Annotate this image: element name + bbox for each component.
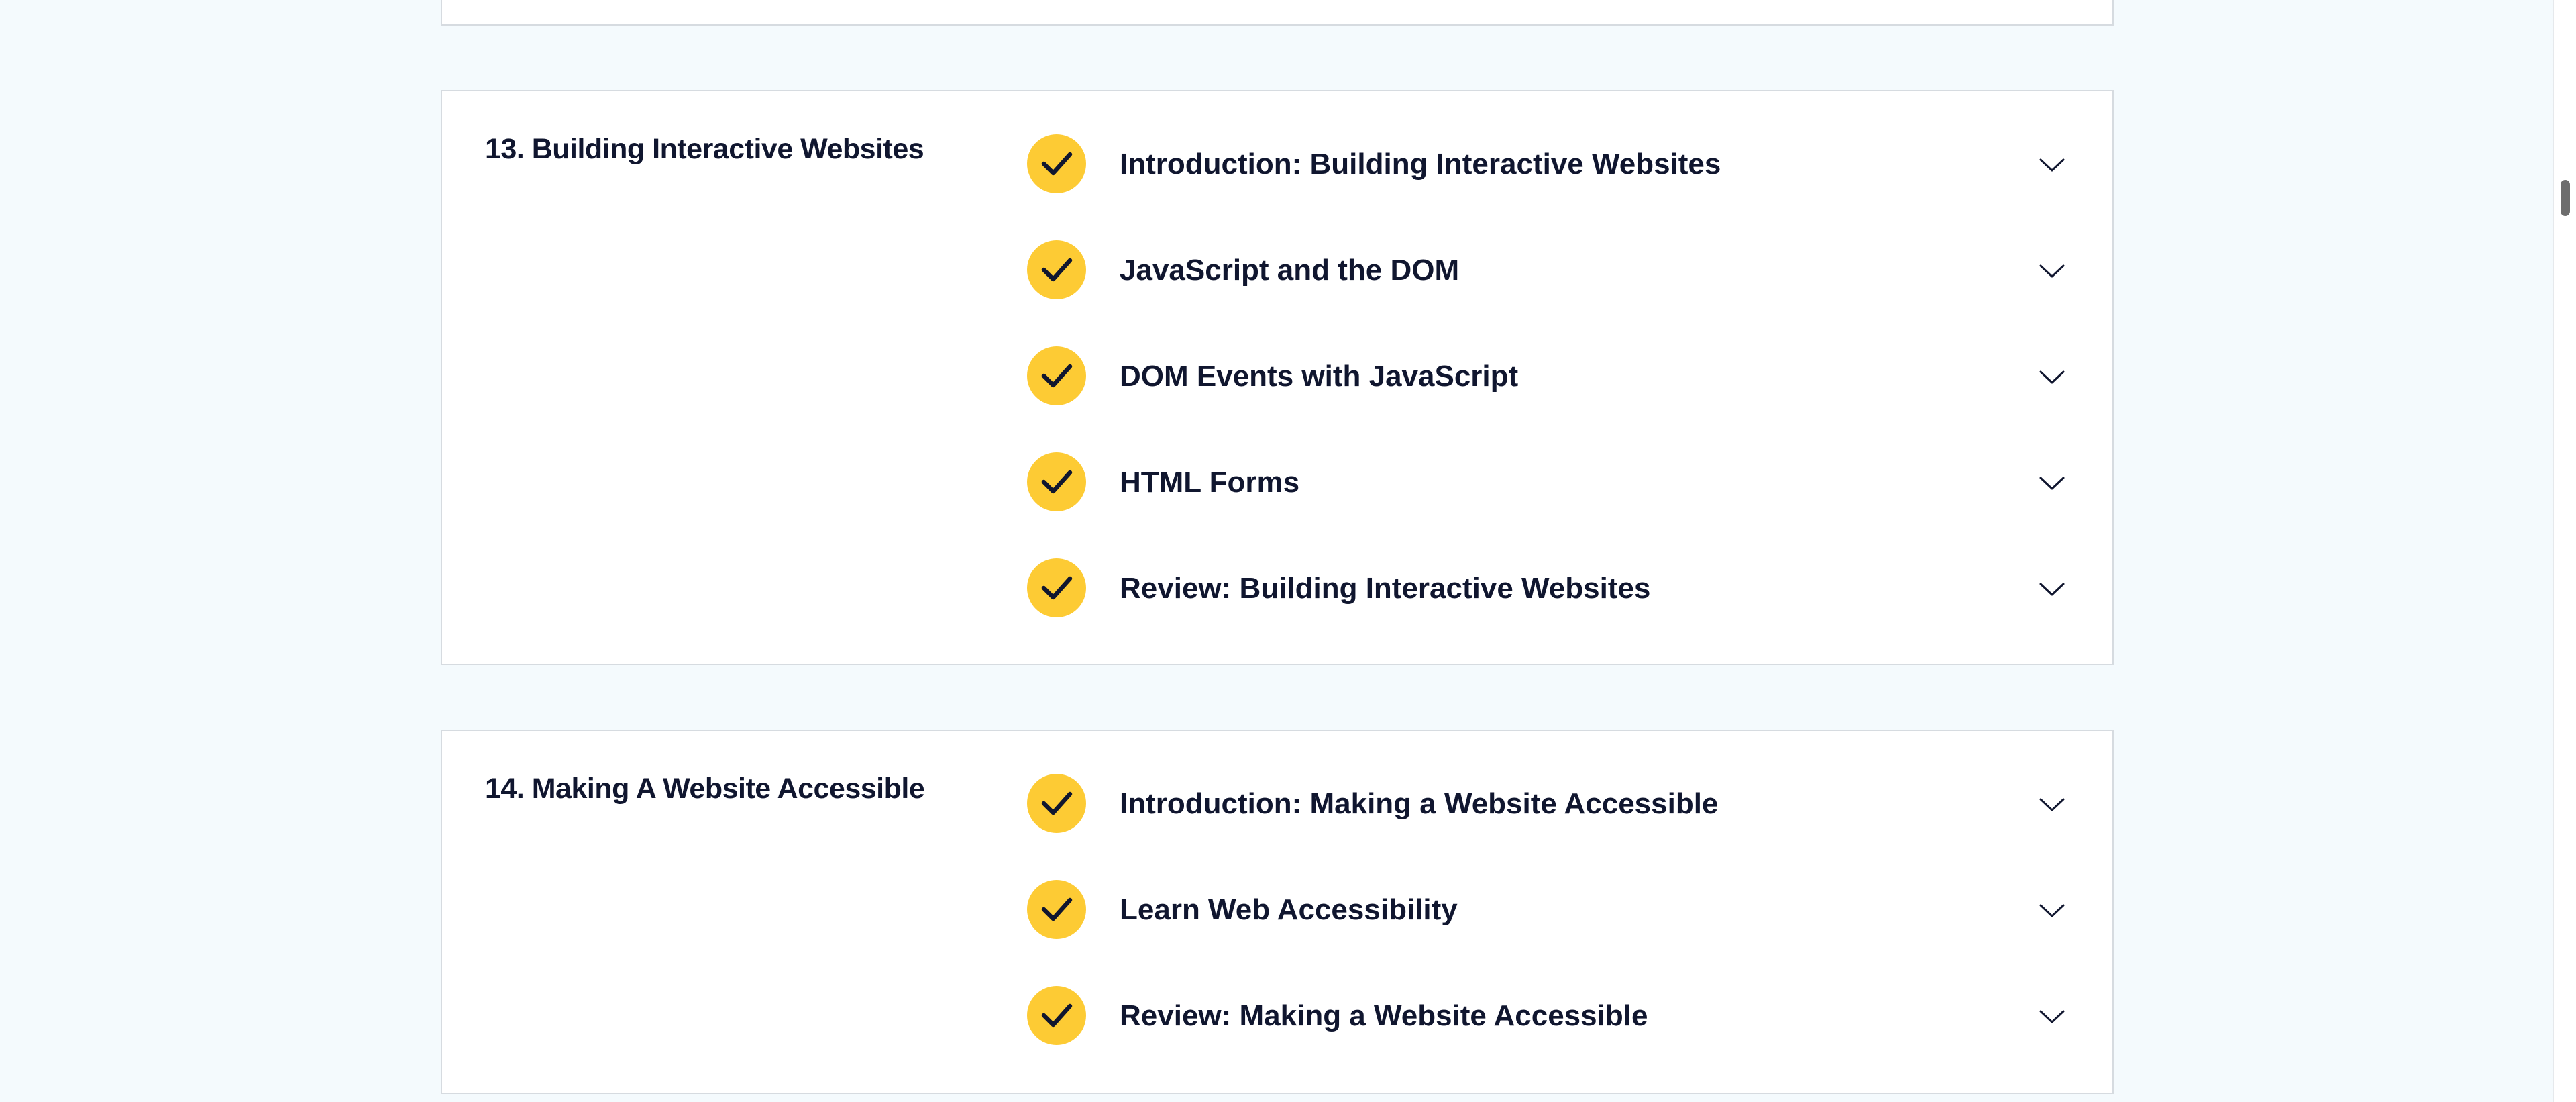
module-card: 14. Making A Website Accessible Introduc… [441, 730, 2114, 1094]
checkmark-icon [1027, 452, 1086, 511]
lesson-label: Review: Making a Website Accessible [1120, 999, 1648, 1032]
module-title: 13. Building Interactive Websites [485, 133, 924, 165]
checkmark-icon [1027, 774, 1086, 833]
chevron-down-icon[interactable] [2037, 790, 2067, 819]
checkmark-icon [1027, 134, 1086, 193]
lesson-row[interactable]: Introduction: Building Interactive Websi… [1027, 134, 2067, 240]
lesson-row[interactable]: DOM Events with JavaScript [1027, 346, 2067, 452]
checkmark-icon [1027, 558, 1086, 617]
module-card: 13. Building Interactive Websites Introd… [441, 90, 2114, 665]
chevron-down-icon[interactable] [2037, 256, 2067, 286]
chevron-down-icon[interactable] [2037, 1002, 2067, 1032]
lesson-row[interactable]: HTML Forms [1027, 452, 2067, 558]
lesson-list: Introduction: Making a Website Accessibl… [1027, 774, 2067, 1092]
chevron-down-icon[interactable] [2037, 574, 2067, 604]
lesson-row[interactable]: JavaScript and the DOM [1027, 240, 2067, 346]
lesson-row[interactable]: Review: Building Interactive Websites [1027, 558, 2067, 664]
lesson-label: Introduction: Making a Website Accessibl… [1120, 787, 1719, 820]
lesson-label: DOM Events with JavaScript [1120, 360, 1519, 393]
checkmark-icon [1027, 240, 1086, 299]
lesson-label: Review: Building Interactive Websites [1120, 572, 1651, 605]
lesson-row[interactable]: Introduction: Making a Website Accessibl… [1027, 774, 2067, 880]
chevron-down-icon[interactable] [2037, 150, 2067, 180]
chevron-down-icon[interactable] [2037, 896, 2067, 925]
chevron-down-icon[interactable] [2037, 362, 2067, 392]
checkmark-icon [1027, 880, 1086, 939]
chevron-down-icon[interactable] [2037, 468, 2067, 498]
lesson-label: Learn Web Accessibility [1120, 893, 1458, 926]
lesson-label: HTML Forms [1120, 466, 1300, 499]
page-scrollbar[interactable] [2553, 0, 2576, 1102]
lesson-list: Introduction: Building Interactive Websi… [1027, 134, 2067, 664]
lesson-row[interactable]: Learn Web Accessibility [1027, 880, 2067, 986]
lesson-label: JavaScript and the DOM [1120, 254, 1460, 287]
checkmark-icon [1027, 346, 1086, 405]
checkmark-icon [1027, 986, 1086, 1045]
scrollbar-thumb[interactable] [2561, 180, 2570, 216]
lesson-label: Introduction: Building Interactive Websi… [1120, 148, 1721, 181]
lesson-row[interactable]: Review: Making a Website Accessible [1027, 986, 2067, 1092]
previous-module-card [441, 0, 2114, 26]
module-title: 14. Making A Website Accessible [485, 772, 925, 805]
